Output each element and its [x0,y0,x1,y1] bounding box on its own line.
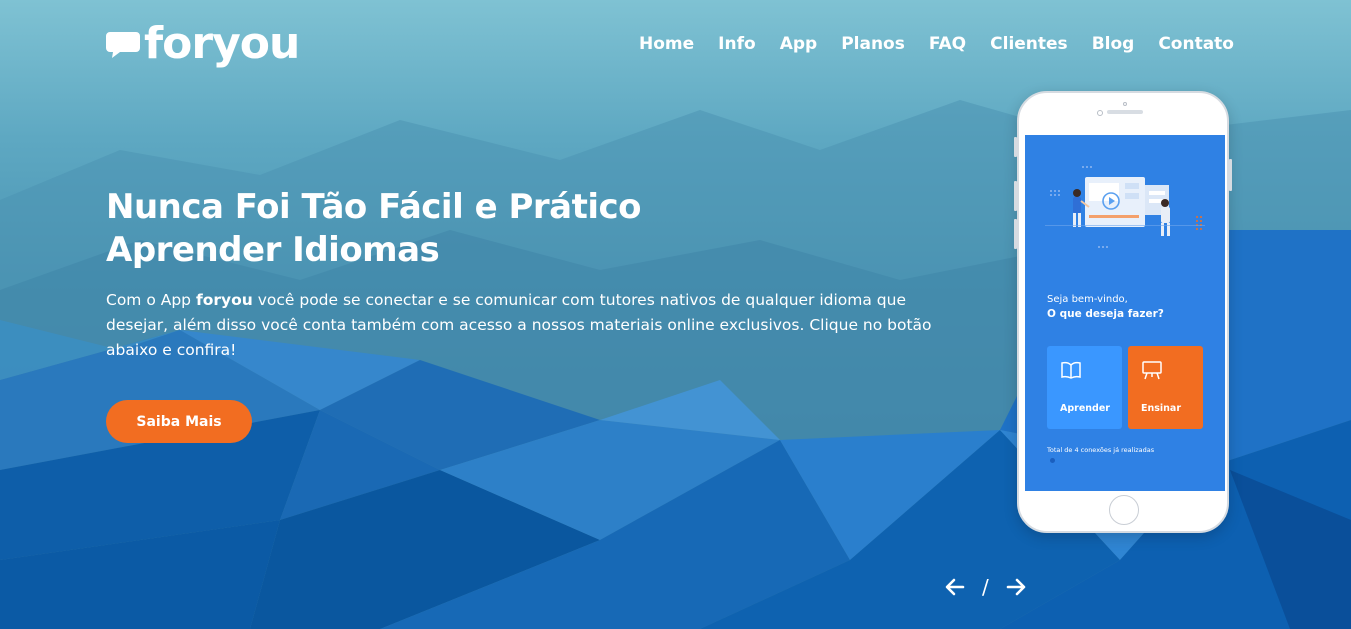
saiba-mais-button[interactable]: Saiba Mais [106,400,252,443]
connections-text: Total de 4 conexões já realizadas [1047,446,1155,454]
main-nav: Home Info App Planos FAQ Clientes Blog C… [639,34,1234,54]
phone-sensor [1123,102,1127,106]
teach-card[interactable]: Ensinar [1128,346,1203,429]
welcome-block: Seja bem-vindo, O que deseja fazer? [1047,292,1164,322]
status-dot [1050,458,1055,463]
nav-item-blog[interactable]: Blog [1092,34,1135,54]
nav-item-app[interactable]: App [780,34,818,54]
hero-title-line1: Nunca Foi Tão Fácil e Prático [106,187,642,227]
hero-title-line2: Aprender Idiomas [106,230,440,270]
brand-logo[interactable]: foryou [106,18,300,69]
learn-label: Aprender [1060,403,1110,414]
chat-bubble-icon [106,32,140,58]
welcome-greeting: Seja bem-vindo, [1047,294,1128,305]
nav-item-contato[interactable]: Contato [1158,34,1234,54]
phone-screen: Seja bem-vindo, O que deseja fazer? Apre… [1025,135,1225,491]
hero-description: Com o App foryou você pode se conectar e… [106,288,946,363]
book-icon [1061,361,1081,379]
welcome-question: O que deseja fazer? [1047,308,1164,320]
learn-card[interactable]: Aprender [1047,346,1122,429]
nav-item-home[interactable]: Home [639,34,694,54]
arrow-left-icon [945,578,965,596]
phone-power-button [1229,159,1232,191]
phone-volume-down [1014,219,1017,249]
slider-prev-button[interactable] [944,574,966,600]
slider-separator: / [982,575,989,599]
nav-item-info[interactable]: Info [718,34,756,54]
phone-volume-up [1014,181,1017,211]
phone-home-button [1109,495,1139,525]
arrow-right-icon [1006,578,1026,596]
connections-total: Total de 4 conexões já realizadas [1047,445,1157,467]
slider-nav: / [944,574,1027,600]
logo-text: foryou [144,18,300,69]
nav-item-faq[interactable]: FAQ [929,34,966,54]
hero-text-brand: foryou [195,291,253,309]
phone-camera [1097,110,1103,116]
nav-item-planos[interactable]: Planos [841,34,905,54]
slider-next-button[interactable] [1005,574,1027,600]
presentation-board-icon [1142,361,1162,380]
teach-label: Ensinar [1141,403,1182,414]
hero-title: Nunca Foi Tão Fácil e Prático Aprender I… [106,186,706,272]
phone-mockup: Seja bem-vindo, O que deseja fazer? Apre… [1014,91,1232,533]
nav-item-clientes[interactable]: Clientes [990,34,1068,54]
tutor-illustration [1045,166,1205,248]
hero-text-prefix: Com o App [106,291,196,309]
phone-mute-switch [1014,137,1017,157]
phone-speaker [1107,110,1143,114]
